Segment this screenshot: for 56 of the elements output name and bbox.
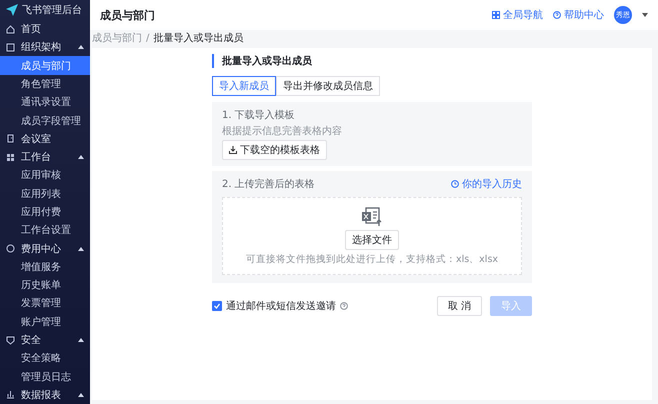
sidebar-item[interactable]: 会议室 [0,130,90,148]
step-title: 1. 下载导入模板 [222,108,295,122]
sidebar-subitem[interactable]: 历史账单 [0,276,90,294]
sidebar-item[interactable]: 首页 [0,20,90,38]
sidebar-subitem[interactable]: 增值服务 [0,258,90,276]
sidebar-subitem[interactable]: 应用审核 [0,166,90,185]
grid-icon [6,152,15,162]
door-icon [6,134,15,144]
spreadsheet-upload-icon [361,206,383,226]
sidebar-item[interactable]: 费用中心 [0,239,90,258]
coin-icon [6,244,15,254]
square-icon [6,42,15,52]
section-title: 批量导入或导出成员 [212,54,532,68]
breadcrumb-separator: / [146,32,150,44]
help-icon [553,11,561,19]
sidebar-subitem[interactable]: 通讯录设置 [0,93,90,112]
sidebar-subitem[interactable]: 管理员日志 [0,368,90,386]
breadcrumb-item: 批量导入或导出成员 [153,32,244,45]
invite-checkbox[interactable] [212,301,222,311]
download-icon [229,146,237,154]
sidebar-subitem[interactable]: 应用列表 [0,184,90,203]
import-history-link[interactable]: 你的导入历史 [451,177,522,191]
grid-icon [492,11,500,19]
sidebar-subitem[interactable]: 安全策略 [0,349,90,368]
tab[interactable]: 导入新成员 [212,76,276,96]
sidebar-subitem[interactable]: 应用付费 [0,202,90,222]
header-link[interactable]: 帮助中心 [553,8,604,22]
invite-label: 通过邮件或短信发送邀请 [226,300,336,313]
sidebar-item[interactable]: 安全 [0,330,90,350]
sidebar-subitem[interactable]: 工作台设置 [0,221,90,240]
header-link[interactable]: 全局导航 [492,8,543,22]
caret-icon[interactable] [642,13,648,17]
page-title: 成员与部门 [100,8,155,22]
cancel-button[interactable]: 取 消 [436,296,482,316]
drop-hint: 可直接将文件拖拽到此处进行上传，支持格式：xls、xlsx [246,252,498,266]
bar-chart-icon [6,390,15,400]
file-drop-zone[interactable]: 选择文件 可直接将文件拖拽到此处进行上传，支持格式：xls、xlsx [222,197,522,275]
choose-file-button[interactable]: 选择文件 [345,230,399,250]
sidebar-subitem[interactable]: 成员字段管理 [0,111,90,130]
sidebar-item[interactable]: 工作台 [0,148,90,166]
sidebar-subitem[interactable]: 角色管理 [0,74,90,94]
app-title: 飞书管理后台 [22,4,82,17]
shield-icon [6,336,15,345]
sidebar-item[interactable]: 数据报表 [0,386,90,404]
clock-icon [451,180,459,188]
sidebar-subitem[interactable]: 成员与部门 [0,56,90,75]
step-hint: 根据提示信息完善表格内容 [222,124,342,138]
step-title: 2. 上传完善后的表格 [222,178,315,191]
sidebar-subitem[interactable]: 发票管理 [0,294,90,313]
house-icon [6,24,15,34]
sidebar-item[interactable]: 组织架构 [0,38,90,56]
download-template-button[interactable]: 下载空的模板表格 [222,140,327,160]
help-icon[interactable] [340,302,348,310]
tab[interactable]: 导出并修改成员信息 [276,76,380,96]
sidebar-subitem[interactable]: 账户管理 [0,312,90,331]
paper-plane-logo-icon [6,4,18,16]
